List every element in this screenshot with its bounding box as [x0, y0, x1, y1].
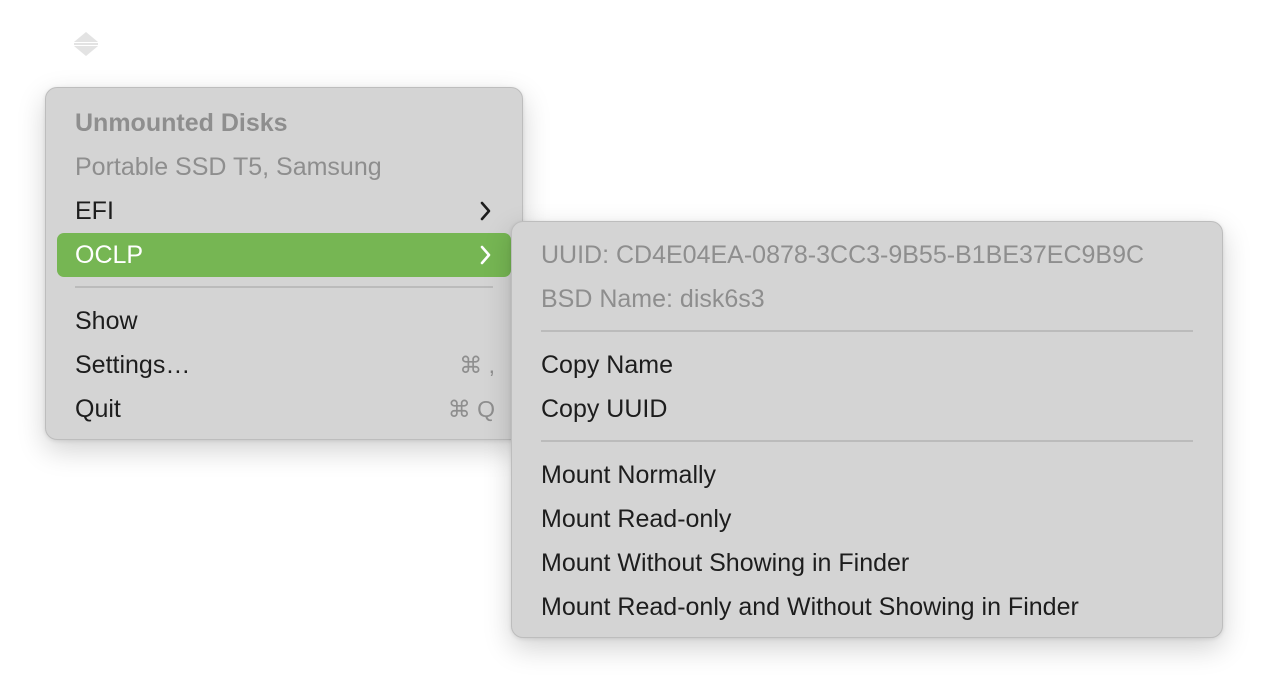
menu-item-settings[interactable]: Settings… ⌘ ,: [57, 343, 511, 387]
main-menu: Unmounted Disks Portable SSD T5, Samsung…: [45, 87, 523, 440]
menu-item-efi[interactable]: EFI: [57, 189, 511, 233]
menu-item-oclp-label: OCLP: [75, 241, 144, 269]
chevron-up-down-icon[interactable]: [70, 28, 102, 60]
submenu-mount-normally[interactable]: Mount Normally: [523, 453, 1211, 497]
submenu-copy-uuid[interactable]: Copy UUID: [523, 387, 1211, 431]
menu-item-show-label: Show: [75, 307, 138, 335]
submenu-separator: [541, 330, 1193, 332]
submenu-uuid-info: UUID: CD4E04EA-0878-3CC3-9B55-B1BE37EC9B…: [541, 241, 1145, 269]
menu-item-quit-label: Quit: [75, 395, 121, 423]
menu-item-oclp[interactable]: OCLP: [57, 233, 511, 277]
quit-shortcut: ⌘ Q: [447, 396, 495, 422]
menu-header-unmounted-disks: Unmounted Disks: [75, 109, 288, 137]
oclp-submenu: UUID: CD4E04EA-0878-3CC3-9B55-B1BE37EC9B…: [511, 221, 1223, 638]
chevron-right-icon: [477, 233, 495, 277]
menu-item-efi-label: EFI: [75, 197, 114, 225]
submenu-mount-read-only[interactable]: Mount Read-only: [523, 497, 1211, 541]
submenu-separator: [541, 440, 1193, 442]
menu-item-show[interactable]: Show: [57, 299, 511, 343]
menu-item-device-name: Portable SSD T5, Samsung: [75, 153, 382, 181]
submenu-copy-name[interactable]: Copy Name: [523, 343, 1211, 387]
menu-item-settings-label: Settings…: [75, 351, 191, 379]
menu-item-quit[interactable]: Quit ⌘ Q: [57, 387, 511, 431]
settings-shortcut: ⌘ ,: [459, 352, 495, 378]
submenu-mount-read-only-without-finder[interactable]: Mount Read-only and Without Showing in F…: [523, 585, 1211, 629]
submenu-mount-without-finder[interactable]: Mount Without Showing in Finder: [523, 541, 1211, 585]
submenu-bsd-name-info: BSD Name: disk6s3: [541, 285, 765, 313]
chevron-right-icon: [477, 189, 495, 233]
menu-separator: [75, 286, 493, 288]
